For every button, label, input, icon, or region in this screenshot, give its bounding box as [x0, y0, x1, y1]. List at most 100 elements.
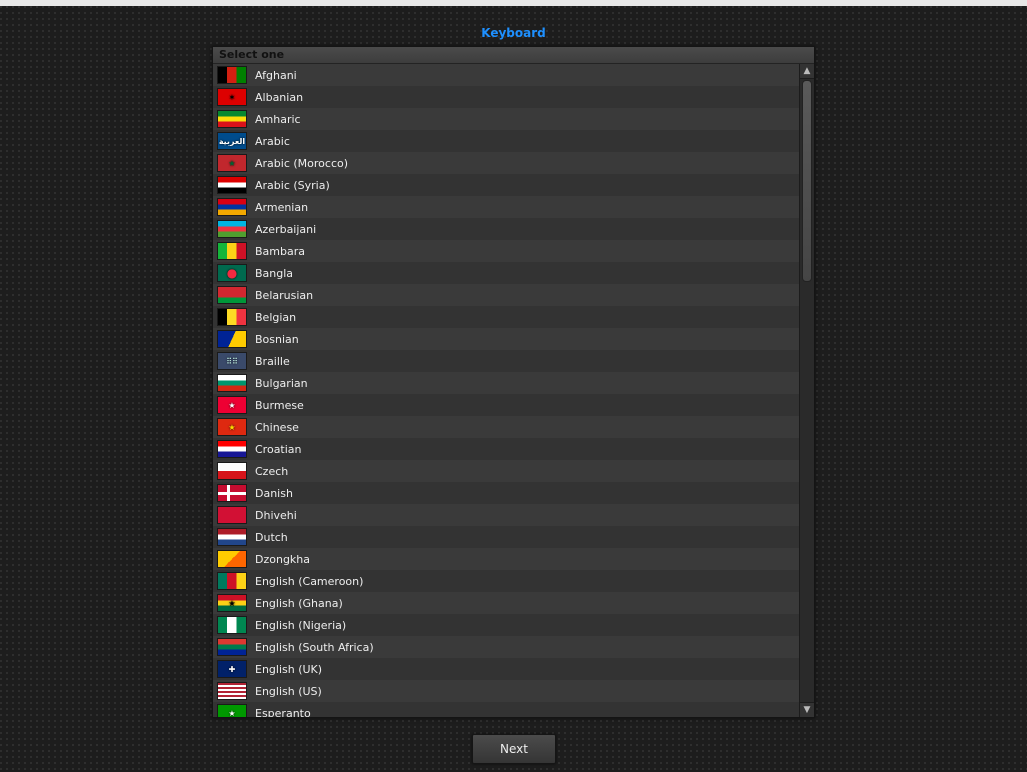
list-item-label: Chinese — [255, 421, 299, 434]
list-item[interactable]: ✚English (UK) — [213, 658, 800, 680]
scrollbar[interactable]: ▲ ▼ — [799, 64, 814, 717]
flag-icon — [217, 506, 247, 524]
flag-icon — [217, 616, 247, 634]
list-item-label: Dzongkha — [255, 553, 310, 566]
list-item-label: Arabic — [255, 135, 290, 148]
list-item-label: English (Nigeria) — [255, 619, 346, 632]
list-item[interactable]: ✶ Albanian — [213, 86, 800, 108]
list-item[interactable]: Czech — [213, 460, 800, 482]
list-item-label: Bosnian — [255, 333, 299, 346]
flag-icon: ⠿⠿ — [217, 352, 247, 370]
list-item[interactable]: ⠿⠿ Braille — [213, 350, 800, 372]
list-item[interactable]: ★ Esperanto — [213, 702, 800, 717]
list-item[interactable]: Croatian — [213, 438, 800, 460]
flag-icon — [217, 528, 247, 546]
list-item[interactable]: Arabic (Syria) — [213, 174, 800, 196]
list-item[interactable]: Dutch — [213, 526, 800, 548]
list-item-label: Afghani — [255, 69, 297, 82]
flag-icon — [217, 550, 247, 568]
flag-icon — [217, 220, 247, 238]
flag-icon — [217, 198, 247, 216]
list-item-label: Croatian — [255, 443, 302, 456]
list-item-label: Czech — [255, 465, 288, 478]
list-item[interactable]: Azerbaijani — [213, 218, 800, 240]
list-item[interactable]: Dzongkha — [213, 548, 800, 570]
list-item[interactable]: Belgian — [213, 306, 800, 328]
list-wrapper: Afghani ✶ Albanian Amharic العربية Arabic ★ Ara… — [213, 64, 814, 717]
flag-icon — [217, 110, 247, 128]
list-item[interactable]: Danish — [213, 482, 800, 504]
flag-icon — [217, 242, 247, 260]
flag-icon: العربية — [217, 132, 247, 150]
list-item-label: English (Cameroon) — [255, 575, 363, 588]
list-item[interactable]: Bosnian — [213, 328, 800, 350]
list-item-label: Braille — [255, 355, 290, 368]
list-item-label: English (Ghana) — [255, 597, 343, 610]
list-item[interactable]: ★ Burmese — [213, 394, 800, 416]
background: Keyboard Select one Afghani ✶ Albanian Amha… — [0, 6, 1027, 772]
list-item[interactable]: English (Nigeria) — [213, 614, 800, 636]
flag-icon — [217, 176, 247, 194]
flag-icon: ★ — [217, 594, 247, 612]
list-item[interactable]: ★ Chinese — [213, 416, 800, 438]
list-item-label: English (South Africa) — [255, 641, 374, 654]
list-item-label: Arabic (Syria) — [255, 179, 330, 192]
panel-header: Select one — [213, 47, 814, 64]
flag-icon — [217, 638, 247, 656]
flag-icon — [217, 682, 247, 700]
flag-icon — [217, 440, 247, 458]
page-title: Keyboard — [0, 26, 1027, 40]
flag-icon: ★ — [217, 154, 247, 172]
list-item[interactable]: العربية Arabic — [213, 130, 800, 152]
flag-icon — [217, 374, 247, 392]
list-item[interactable]: Armenian — [213, 196, 800, 218]
flag-icon: ★ — [217, 396, 247, 414]
list-item-label: English (US) — [255, 685, 322, 698]
flag-icon: ★ — [217, 704, 247, 717]
flag-icon — [217, 330, 247, 348]
list-item-label: Armenian — [255, 201, 308, 214]
list-item[interactable]: Dhivehi — [213, 504, 800, 526]
list-item[interactable]: ● Bangla — [213, 262, 800, 284]
list-item-label: Bangla — [255, 267, 293, 280]
flag-icon: ✶ — [217, 88, 247, 106]
list-item-label: Dhivehi — [255, 509, 297, 522]
list-item[interactable]: Belarusian — [213, 284, 800, 306]
scroll-up-icon[interactable]: ▲ — [800, 64, 814, 79]
keyboard-list-panel: Select one Afghani ✶ Albanian Amharic العربي… — [212, 46, 815, 718]
scroll-down-icon[interactable]: ▼ — [800, 702, 814, 717]
list-item[interactable]: English (Cameroon) — [213, 570, 800, 592]
list-item[interactable]: Bulgarian — [213, 372, 800, 394]
list-item[interactable]: ★ English (Ghana) — [213, 592, 800, 614]
flag-icon: ✚ — [217, 660, 247, 678]
list-item[interactable]: Afghani — [213, 64, 800, 86]
list-item-label: Azerbaijani — [255, 223, 316, 236]
list-item-label: Belarusian — [255, 289, 313, 302]
scroll-thumb[interactable] — [802, 80, 812, 282]
flag-icon: ★ — [217, 418, 247, 436]
list-item[interactable]: Amharic — [213, 108, 800, 130]
list-item-label: Bambara — [255, 245, 305, 258]
keyboard-layout-list: Afghani ✶ Albanian Amharic العربية Arabic ★ Ara… — [213, 64, 800, 717]
list-item-label: Arabic (Morocco) — [255, 157, 348, 170]
list-item-label: Belgian — [255, 311, 296, 324]
list-item[interactable]: English (US) — [213, 680, 800, 702]
list-item-label: Bulgarian — [255, 377, 308, 390]
flag-icon — [217, 66, 247, 84]
list-item-label: Esperanto — [255, 707, 311, 718]
list-item-label: Danish — [255, 487, 293, 500]
list-item-label: Amharic — [255, 113, 301, 126]
flag-icon — [217, 484, 247, 502]
list-item[interactable]: English (South Africa) — [213, 636, 800, 658]
flag-icon — [217, 286, 247, 304]
list-item[interactable]: ★ Arabic (Morocco) — [213, 152, 800, 174]
list-item-label: Albanian — [255, 91, 303, 104]
flag-icon — [217, 572, 247, 590]
list-item-label: Burmese — [255, 399, 304, 412]
flag-icon — [217, 308, 247, 326]
flag-icon: ● — [217, 264, 247, 282]
flag-icon — [217, 462, 247, 480]
next-button[interactable]: Next — [472, 734, 556, 764]
list-item-label: Dutch — [255, 531, 288, 544]
list-item[interactable]: Bambara — [213, 240, 800, 262]
